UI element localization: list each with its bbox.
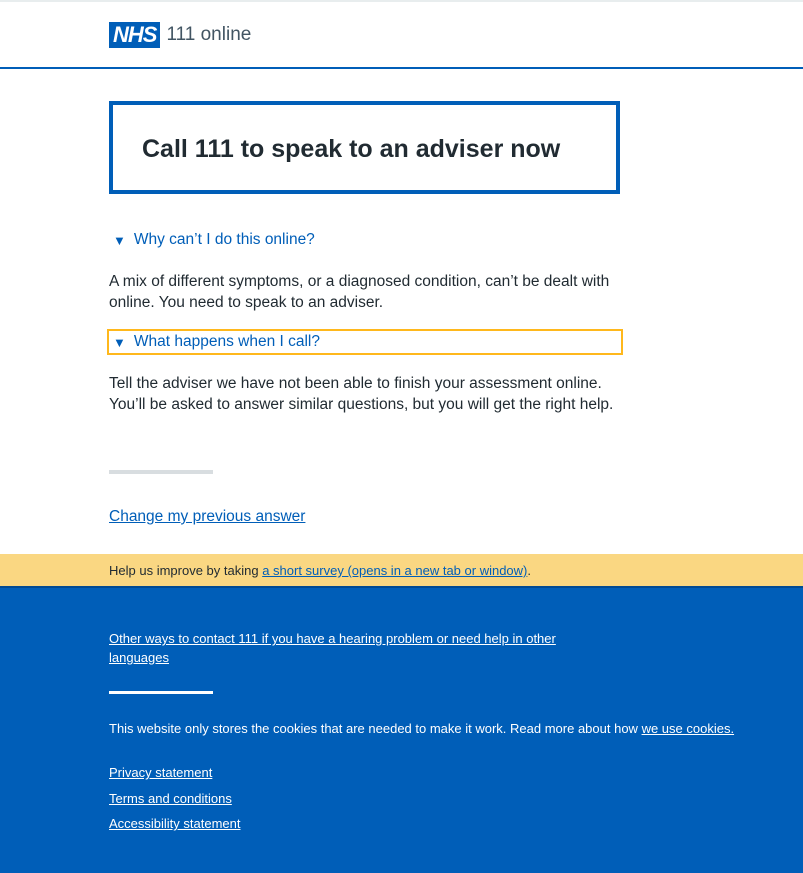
- survey-link[interactable]: a short survey (opens in a new tab or wi…: [262, 563, 527, 578]
- change-answer-wrap: Change my previous answer: [109, 508, 621, 526]
- details-summary-label: What happens when I call?: [133, 333, 320, 350]
- section-divider: [109, 470, 213, 474]
- nhs-logo: NHS: [109, 22, 161, 48]
- service-name: 111 online: [166, 24, 252, 45]
- cookies-link[interactable]: we use cookies.: [642, 721, 735, 736]
- footer-divider: [109, 691, 213, 694]
- other-ways-contact-link[interactable]: Other ways to contact 111 if you have a …: [109, 631, 556, 665]
- details-summary-what-happens[interactable]: ▼ What happens when I call?: [107, 329, 623, 355]
- details-text: A mix of different symptoms, or a diagno…: [109, 273, 610, 311]
- survey-text: Help us improve by taking: [109, 563, 263, 578]
- triangle-down-icon: ▼: [113, 334, 126, 350]
- details-what-happens: ▼ What happens when I call? Tell the adv…: [107, 329, 623, 415]
- page-title: Call 111 to speak to an adviser now: [142, 135, 561, 163]
- care-card: Call 111 to speak to an adviser now: [109, 101, 620, 194]
- survey-suffix: .: [527, 563, 531, 578]
- site-footer: Other ways to contact 111 if you have a …: [0, 588, 803, 873]
- privacy-statement-link[interactable]: Privacy statement: [109, 765, 212, 780]
- accessibility-statement-link[interactable]: Accessibility statement: [109, 816, 241, 831]
- cookies-text: This website only stores the cookies tha…: [109, 721, 642, 736]
- logo-link[interactable]: NHS 111 online: [109, 22, 251, 48]
- survey-banner: Help us improve by taking a short survey…: [0, 554, 803, 588]
- cookies-notice: This website only stores the cookies tha…: [109, 721, 734, 736]
- main-content: Call 111 to speak to an adviser now ▼ Wh…: [0, 69, 803, 554]
- site-header: NHS 111 online: [0, 2, 803, 69]
- details-why-online: ▼ Why can’t I do this online? A mix of d…: [109, 229, 621, 313]
- terms-conditions-link[interactable]: Terms and conditions: [109, 791, 232, 806]
- details-summary-why-online[interactable]: ▼ Why can’t I do this online?: [109, 229, 621, 251]
- details-text: Tell the adviser we have not been able t…: [109, 375, 614, 413]
- triangle-down-icon: ▼: [113, 232, 126, 248]
- details-summary-label: Why can’t I do this online?: [133, 231, 315, 248]
- change-answer-link[interactable]: Change my previous answer: [109, 508, 305, 525]
